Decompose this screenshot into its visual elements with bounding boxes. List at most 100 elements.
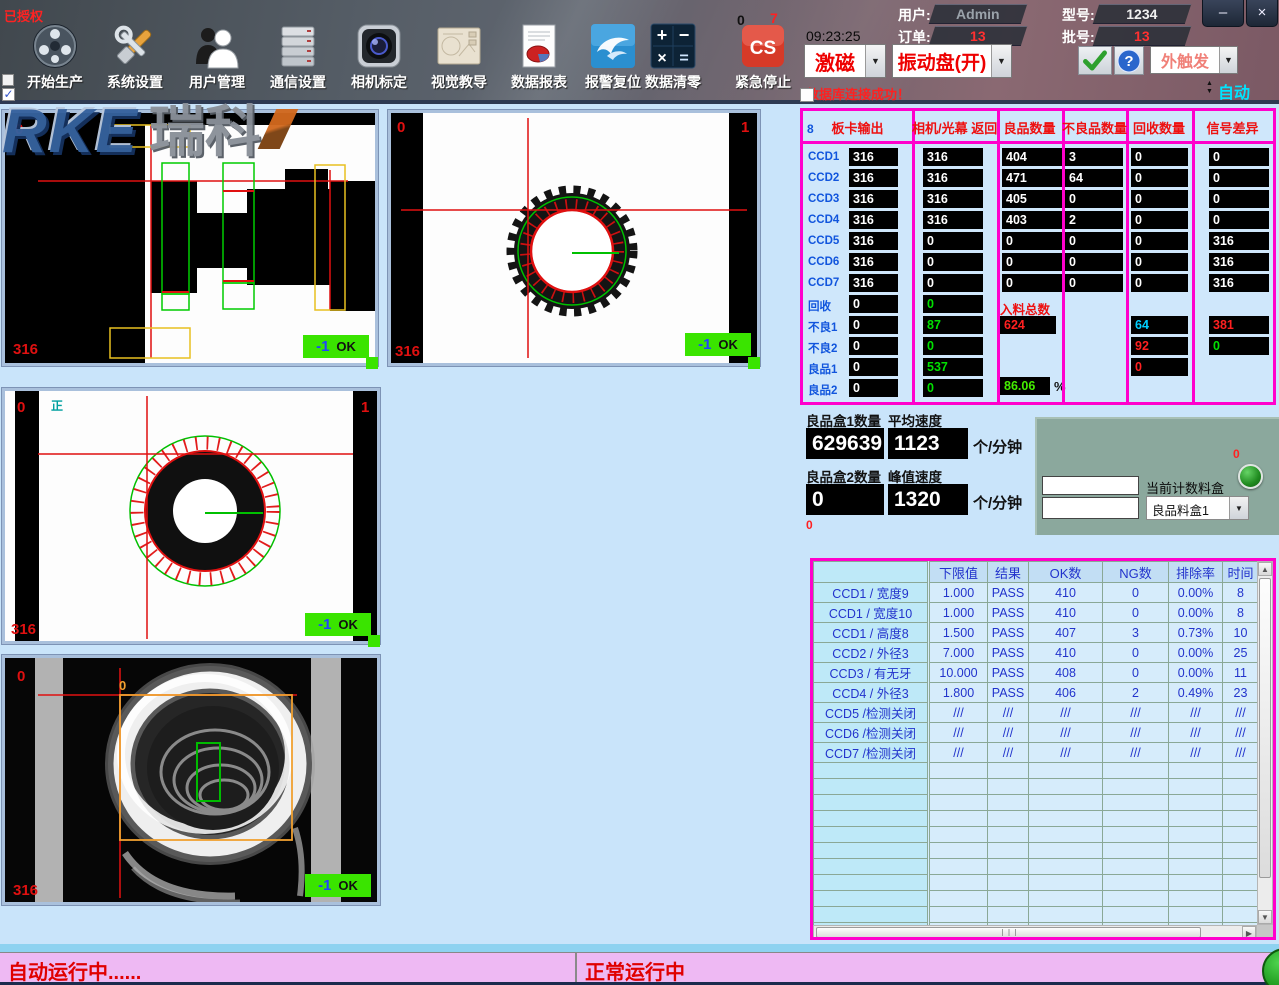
empty-cell <box>929 875 988 891</box>
auto-spinner[interactable]: ▲▼ <box>1206 80 1213 96</box>
stats-value-cell: 0 <box>923 295 983 313</box>
counter-input-2[interactable] <box>1042 497 1139 519</box>
table-column-header[interactable]: 下限值 <box>929 562 988 583</box>
button-label: 开始生产 <box>15 72 95 92</box>
table-row[interactable]: CCD1 / 宽度91.000PASS41000.00%8 <box>814 583 1259 603</box>
camera-2-resize-grip[interactable] <box>748 357 760 369</box>
emergency-stop-button[interactable]: CS 紧急停止 <box>723 22 803 98</box>
user-label: 用户: <box>898 5 931 25</box>
scroll-down-arrow[interactable]: ▼ <box>1258 910 1272 924</box>
stats-row-label: 良品2 <box>808 382 837 398</box>
order-field[interactable]: 13 <box>929 26 1027 46</box>
batch-field[interactable]: 13 <box>1093 26 1191 46</box>
current-box-label: 当前计数料盒 <box>1146 478 1224 497</box>
camera-2-flag: 1 <box>741 119 749 136</box>
column-separator <box>912 111 915 402</box>
chevron-down-icon[interactable]: ▼ <box>1229 497 1248 519</box>
data-report-button[interactable]: 数据报表 <box>499 22 579 98</box>
horizontal-scroll-thumb[interactable] <box>816 927 1201 938</box>
trigger-mode-combo[interactable]: 外触发 ▼ <box>1150 46 1238 74</box>
stats-row-label: CCD5 <box>808 235 839 247</box>
table-row[interactable]: CCD4 / 外径31.800PASS40620.49%23 <box>814 683 1259 703</box>
stats-value-cell: 3 <box>1065 148 1123 166</box>
scroll-up-arrow[interactable]: ▲ <box>1258 562 1272 576</box>
start-production-button[interactable]: 开始生产 <box>15 22 95 98</box>
stats-checkbox[interactable] <box>800 88 814 102</box>
empty-cell <box>1029 811 1103 827</box>
data-clear-button[interactable]: +−×= 数据清零 <box>633 22 713 98</box>
table-row[interactable]: CCD1 / 宽度101.000PASS41000.00%8 <box>814 603 1259 623</box>
empty-cell <box>814 939 929 941</box>
empty-cell <box>1103 907 1169 923</box>
measurement-value-cell: /// <box>1103 743 1169 763</box>
help-button[interactable]: ? <box>1114 46 1144 75</box>
table-column-header[interactable]: OK数 <box>1029 562 1103 583</box>
goodbox1-value: 629639 <box>806 428 884 459</box>
vertical-scroll-thumb[interactable] <box>1259 578 1271 878</box>
chevron-down-icon[interactable]: ▼ <box>865 45 885 77</box>
thumb-grip-icon <box>1002 929 1016 936</box>
model-field[interactable]: 1234 <box>1093 4 1191 24</box>
empty-cell <box>988 779 1029 795</box>
chevron-down-icon[interactable]: ▼ <box>991 45 1011 77</box>
table-row[interactable]: CCD6 /检测关闭////////////////// <box>814 723 1259 743</box>
empty-table-row <box>814 827 1259 843</box>
close-button[interactable]: × <box>1246 0 1278 27</box>
user-field[interactable]: Admin <box>929 4 1027 24</box>
table-row[interactable]: CCD5 /检测关闭////////////////// <box>814 703 1259 723</box>
vision-teaching-button[interactable]: 视觉教导 <box>419 22 499 98</box>
measurement-name-cell: CCD1 / 宽度9 <box>814 583 929 603</box>
table-column-header[interactable] <box>814 562 929 583</box>
chevron-down-icon[interactable]: ▼ <box>1219 47 1237 73</box>
table-column-header[interactable]: NG数 <box>1103 562 1169 583</box>
table-column-header[interactable]: 排除率 <box>1169 562 1223 583</box>
measurement-value-cell: 406 <box>1029 683 1103 703</box>
vibration-value: 振动盘(开) <box>893 45 991 77</box>
toolbar-checkbox-checked[interactable]: ✓ <box>2 88 15 101</box>
vibration-combo[interactable]: 振动盘(开) ▼ <box>892 44 1012 78</box>
stop-counter-red: 7 <box>770 10 778 26</box>
table-row[interactable]: CCD7 /检测关闭////////////////// <box>814 743 1259 763</box>
empty-cell <box>1103 827 1169 843</box>
camera-view-1[interactable]: 0 316 -1 OK <box>2 110 378 366</box>
empty-cell <box>814 891 929 907</box>
measurement-value-cell: /// <box>1029 703 1103 723</box>
minimize-button[interactable]: – <box>1202 0 1244 27</box>
column-separator <box>1126 111 1129 402</box>
measurement-value-cell: 2 <box>1103 683 1169 703</box>
camera-1-resize-grip[interactable] <box>366 357 378 369</box>
stats-row-label: 回收 <box>808 298 831 314</box>
table-row[interactable]: CCD3 / 有无牙10.000PASS40800.00%11 <box>814 663 1259 683</box>
measurement-value-cell: /// <box>929 723 988 743</box>
toolbar-checkbox-top[interactable] <box>2 74 14 86</box>
camera-view-4[interactable]: 0 0 316 -1 OK <box>2 655 380 905</box>
camera-view-3[interactable]: 0 正 1 316 -1 OK <box>2 388 380 644</box>
measurement-value-cell: 1.500 <box>929 623 988 643</box>
camera-4-index: 0 <box>17 668 25 685</box>
clock: 09:23:25 <box>806 28 861 44</box>
measurement-name-cell: CCD1 / 宽度10 <box>814 603 929 623</box>
table-row[interactable]: CCD2 / 外径37.000PASS41000.00%25 <box>814 643 1259 663</box>
camera-view-2[interactable]: 0 1 316 -1 OK <box>388 110 760 366</box>
current-box-combo[interactable]: 良品料盒1 ▼ <box>1146 496 1249 520</box>
button-label: 系统设置 <box>95 72 175 92</box>
system-settings-button[interactable]: 系统设置 <box>95 22 175 98</box>
measurement-value-cell: 1.800 <box>929 683 988 703</box>
stats-value-cell: 0 <box>1065 274 1123 292</box>
button-label: 数据报表 <box>499 72 579 92</box>
communication-settings-button[interactable]: 通信设置 <box>258 22 338 98</box>
camera-1-result-badge: -1 OK <box>303 335 369 358</box>
vertical-scrollbar[interactable]: ▲ ▼ <box>1257 561 1273 925</box>
user-management-button[interactable]: 用户管理 <box>177 22 257 98</box>
table-column-header[interactable]: 时间 <box>1223 562 1259 583</box>
confirm-button[interactable] <box>1078 46 1112 75</box>
counter-input-1[interactable] <box>1042 476 1139 495</box>
demagnetize-combo[interactable]: 激磁 ▼ <box>804 44 886 78</box>
measurement-value-cell: 410 <box>1029 603 1103 623</box>
camera-3-resize-grip[interactable] <box>368 635 380 647</box>
camera-calibration-button[interactable]: 相机标定 <box>339 22 419 98</box>
table-column-header[interactable]: 结果 <box>988 562 1029 583</box>
table-row[interactable]: CCD1 / 高度81.500PASS40730.73%10 <box>814 623 1259 643</box>
measurement-name-cell: CCD6 /检测关闭 <box>814 723 929 743</box>
empty-cell <box>1223 843 1259 859</box>
